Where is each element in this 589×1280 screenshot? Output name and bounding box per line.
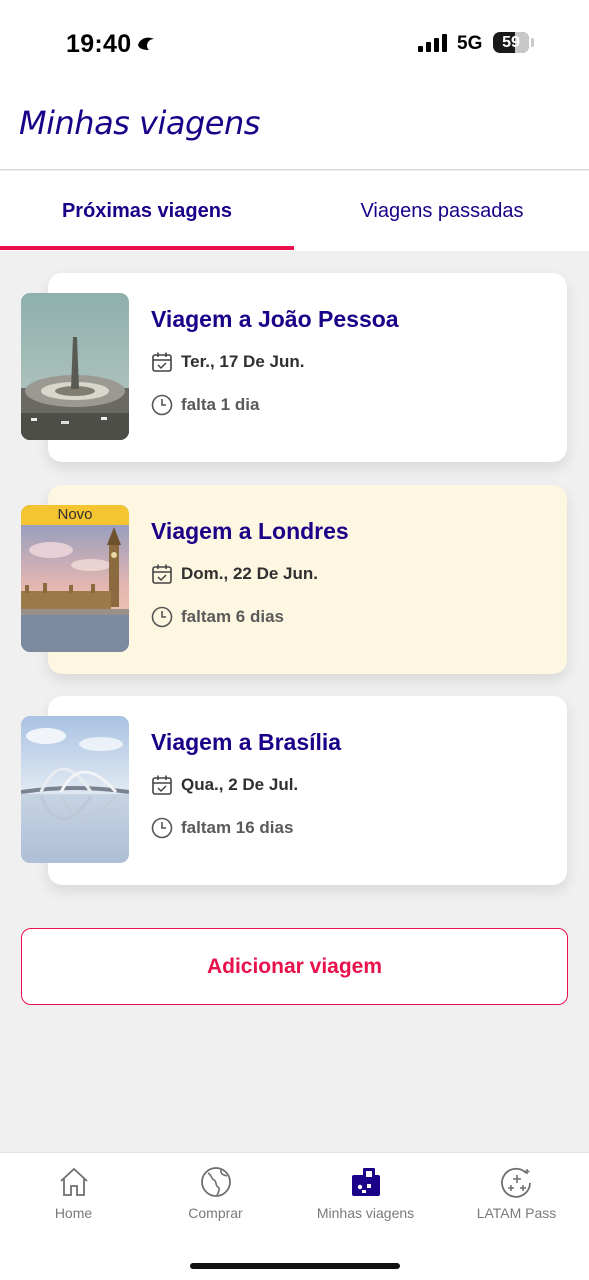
trip-title: Viagem a João Pessoa [151, 306, 399, 332]
trip-date: Dom., 22 De Jun. [181, 564, 318, 583]
trip-date-row: Qua., 2 De Jul. [151, 774, 298, 796]
home-icon [59, 1167, 88, 1196]
clock-icon [151, 817, 173, 839]
trip-tabs: Próximas viagens Viagens passadas [0, 171, 589, 251]
trip-title: Viagem a Londres [151, 518, 349, 544]
trip-countdown-row: falta 1 dia [151, 394, 259, 416]
globe-icon [200, 1167, 231, 1197]
nav-item-minhas-viagens[interactable]: Minhas viagens [292, 1165, 439, 1235]
signal-icon [418, 34, 447, 52]
page-header: Minhas viagens [0, 88, 589, 170]
clock-icon [151, 394, 173, 416]
nav-label: Minhas viagens [316, 1205, 415, 1221]
page-title: Minhas viagens [19, 104, 260, 142]
latam-pass-icon [500, 1167, 531, 1198]
trip-image-brasilia [21, 716, 129, 863]
bottom-navigation: Home Comprar Minhas viagens LATAM Pass [0, 1152, 589, 1280]
trip-title: Viagem a Brasília [151, 729, 342, 755]
network-type: 5G [457, 33, 483, 54]
trip-countdown: faltam 16 dias [181, 818, 294, 837]
trip-image-londres: Novo [21, 505, 129, 652]
nav-item-home[interactable]: Home [0, 1165, 147, 1235]
add-trip-button[interactable]: Adicionar viagem [21, 928, 568, 1005]
calendar-icon [152, 775, 172, 795]
tab-past-trips[interactable]: Viagens passadas [295, 171, 589, 251]
clock-icon [151, 606, 173, 628]
trip-image-joao-pessoa [21, 293, 129, 440]
calendar-icon [152, 564, 172, 584]
trip-date: Ter., 17 De Jun. [181, 352, 305, 371]
status-bar: 19:40 5G 59 [0, 0, 589, 88]
calendar-icon [152, 352, 172, 372]
trip-countdown: falta 1 dia [181, 395, 260, 414]
nav-item-comprar[interactable]: Comprar [142, 1165, 289, 1235]
trip-countdown-row: faltam 6 dias [151, 606, 284, 628]
trip-countdown: faltam 6 dias [181, 607, 284, 626]
trip-date-row: Dom., 22 De Jun. [151, 563, 318, 585]
new-badge: Novo [21, 505, 129, 525]
nav-item-latam-pass[interactable]: LATAM Pass [443, 1165, 589, 1235]
trip-date: Qua., 2 De Jul. [181, 775, 299, 794]
status-time: 19:40 [66, 30, 132, 58]
battery-level: 59 [502, 34, 520, 51]
tab-upcoming-trips[interactable]: Próximas viagens [0, 171, 294, 251]
trip-countdown-row: faltam 16 dias [151, 817, 293, 839]
home-indicator[interactable] [190, 1263, 400, 1269]
sleep-focus-icon [138, 37, 154, 50]
nav-label: Comprar [188, 1205, 243, 1221]
trip-date-row: Ter., 17 De Jun. [151, 351, 304, 373]
luggage-icon [351, 1168, 380, 1196]
nav-label: LATAM Pass [476, 1205, 557, 1221]
active-tab-indicator [0, 246, 294, 250]
battery-icon: 59 [493, 32, 529, 53]
nav-label: Home [54, 1205, 93, 1221]
